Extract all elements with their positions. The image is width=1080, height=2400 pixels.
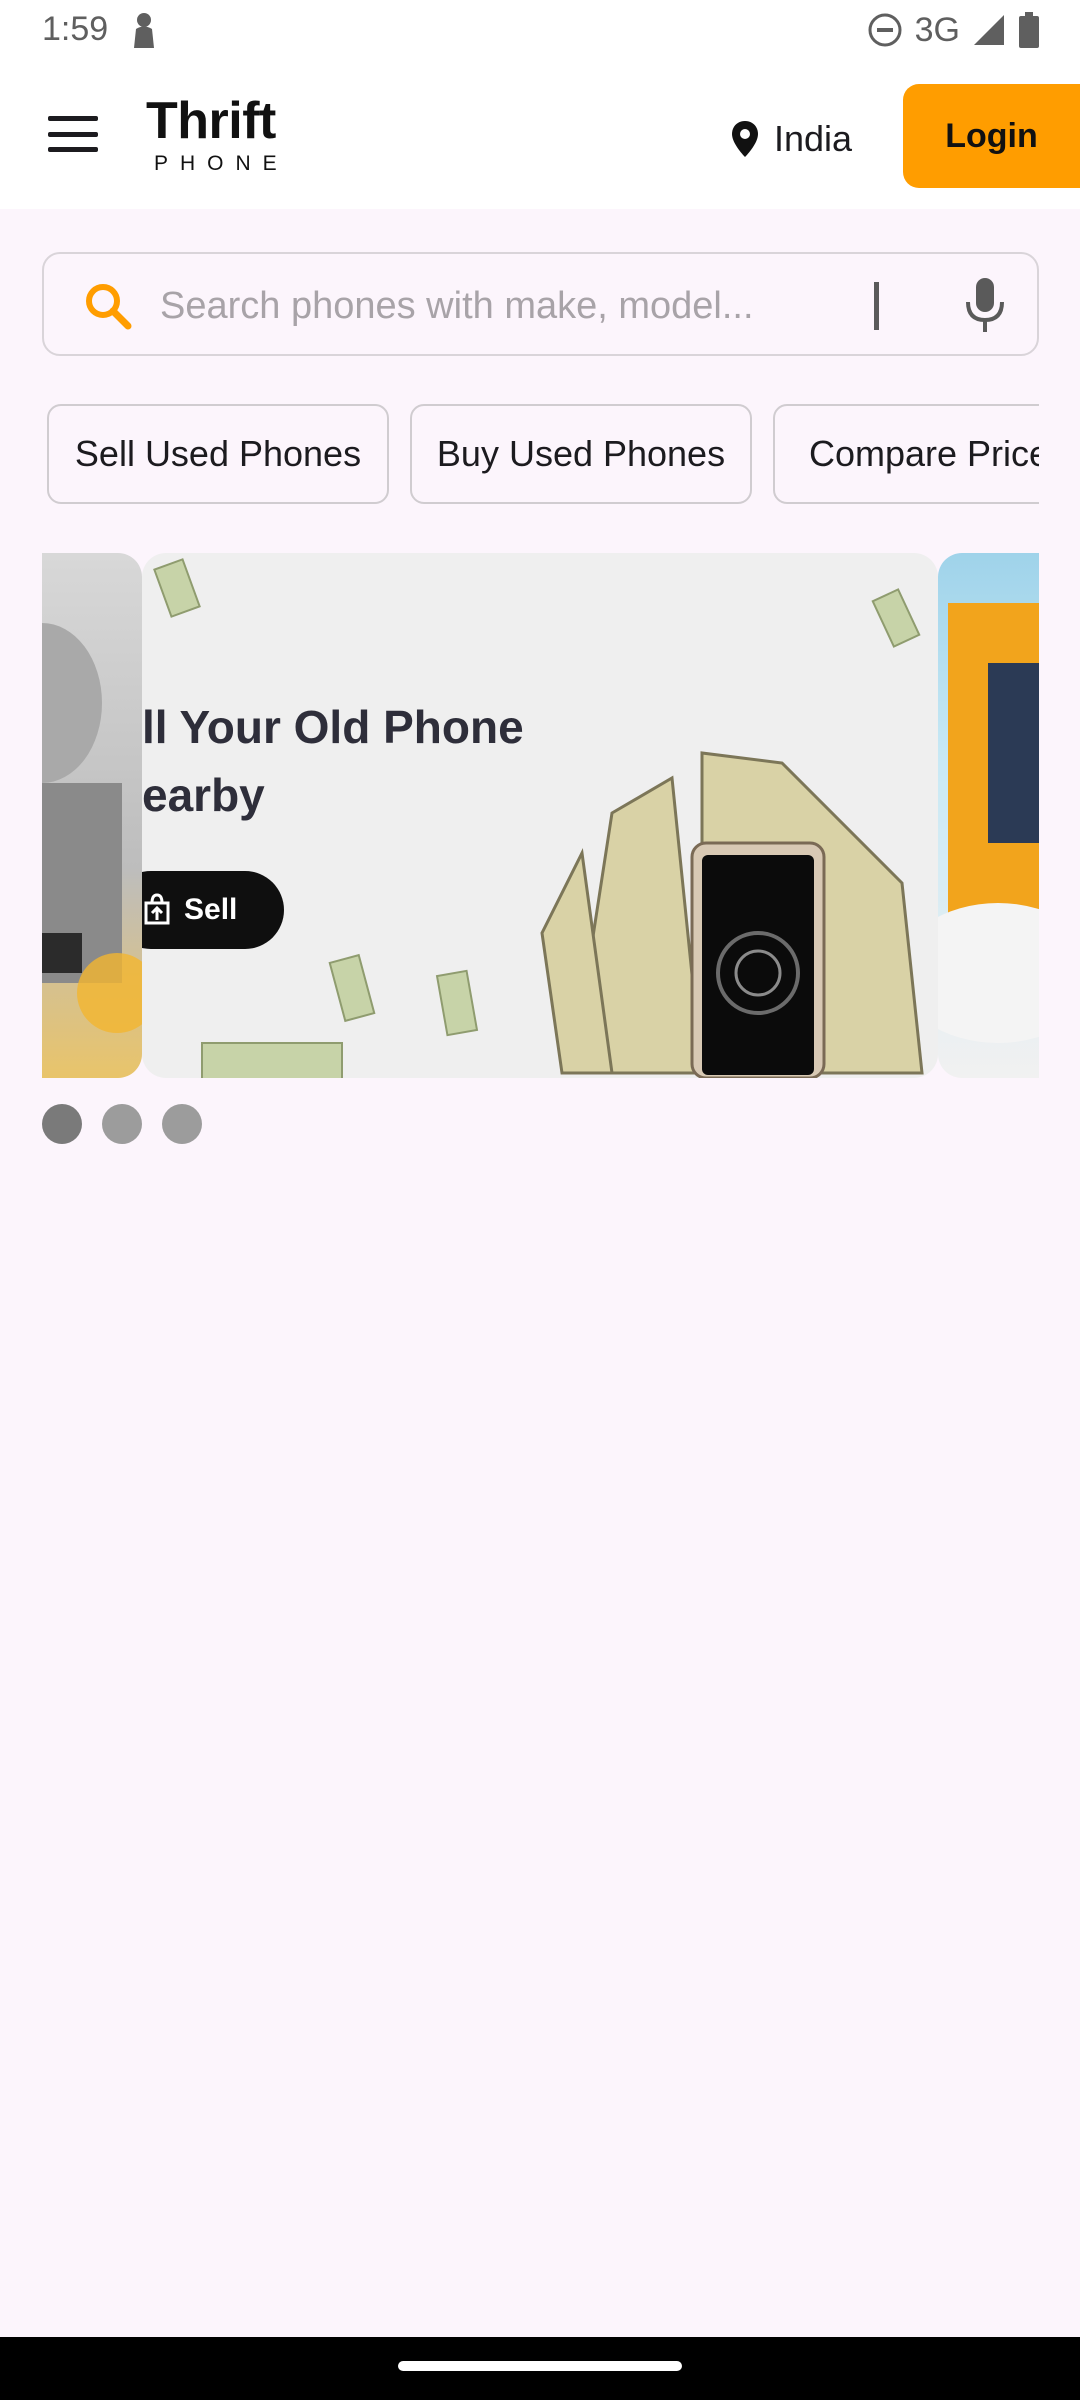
network-type: 3G [914, 10, 960, 49]
search-input[interactable] [160, 276, 860, 336]
location-pin-icon [732, 121, 758, 157]
carousel-slide-previous[interactable] [42, 553, 142, 1078]
banner-sell-button[interactable]: Sell [142, 871, 284, 949]
status-time: 1:59 [42, 10, 109, 48]
hamburger-menu-icon[interactable] [40, 108, 106, 160]
banner-sell-label: Sell [184, 893, 238, 926]
carousel-dot-2[interactable] [102, 1104, 142, 1144]
carousel-dot-3[interactable] [162, 1104, 202, 1144]
carousel-dot-1[interactable] [42, 1104, 82, 1144]
banner-carousel[interactable]: ll Your Old Phone earby Sell [42, 553, 1039, 1078]
banner-title: ll Your Old Phone earby [142, 693, 524, 829]
search-divider [874, 282, 879, 330]
location-label: India [774, 118, 853, 159]
person-photo-image [42, 623, 142, 1033]
carousel-indicators [42, 1104, 202, 1144]
search-icon [86, 284, 132, 330]
status-bar: 1:59 3G [0, 0, 1080, 62]
carousel-slide-sell[interactable]: ll Your Old Phone earby Sell [142, 553, 938, 1078]
person-silhouette-icon [134, 13, 154, 48]
chip-compare-prices[interactable]: Compare Prices [773, 404, 1039, 504]
chip-buy-used-phones[interactable]: Buy Used Phones [410, 404, 752, 504]
signal-icon [974, 15, 1004, 45]
do-not-disturb-icon [868, 13, 902, 47]
microphone-icon[interactable] [962, 276, 1008, 336]
app-bar: Thrift PHONE India Login [0, 62, 1080, 209]
logo-subtitle: PHONE [154, 152, 289, 175]
banner-title-line1: ll Your Old Phone [142, 701, 524, 753]
chip-sell-used-phones[interactable]: Sell Used Phones [47, 404, 389, 504]
login-button[interactable]: Login [903, 84, 1080, 188]
search-bar[interactable] [42, 252, 1039, 356]
location-selector[interactable]: India [730, 114, 852, 164]
system-nav-bar [0, 2337, 1080, 2400]
sell-upload-icon [144, 893, 170, 925]
category-chips: Sell Used Phones Buy Used Phones Compare… [42, 402, 1039, 506]
store-kiosk-image [938, 603, 1039, 1043]
app-logo[interactable]: Thrift PHONE [146, 94, 286, 184]
banner-title-line2: earby [142, 769, 265, 821]
logo-title: Thrift [146, 92, 276, 150]
battery-icon [1019, 12, 1039, 48]
gesture-handle[interactable] [398, 2361, 682, 2371]
carousel-slide-next[interactable] [938, 553, 1039, 1078]
status-icons: 3G [867, 10, 1040, 50]
